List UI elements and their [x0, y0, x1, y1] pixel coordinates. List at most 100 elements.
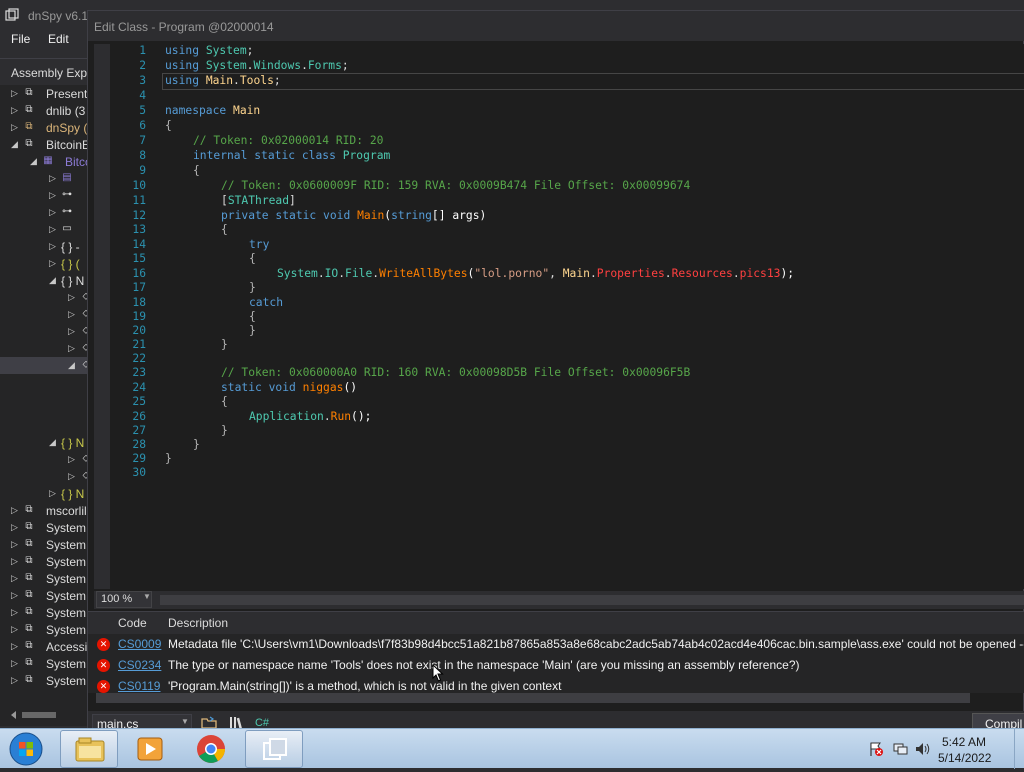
collapsed-arrow-icon[interactable]: ▷ — [11, 87, 21, 99]
editor-horizontal-scrollbar[interactable] — [160, 595, 1024, 605]
tree-item[interactable]: ▷ ⬦ — [0, 451, 90, 468]
tree-item[interactable]: ◢ ⬦ — [0, 357, 90, 374]
action-center-flag-icon[interactable] — [868, 741, 884, 757]
collapsed-arrow-icon[interactable]: ▷ — [11, 104, 21, 116]
code-line[interactable]: 1 using System; — [110, 44, 1024, 59]
tree-item[interactable]: ▷ ⧉ System. — [0, 570, 90, 587]
expanded-arrow-icon[interactable]: ◢ — [30, 155, 40, 167]
tree-item[interactable]: ▷ ⬦ — [0, 289, 90, 306]
tree-item[interactable]: ▷{ } N — [0, 485, 90, 502]
code-line[interactable]: 23 // Token: 0x060000A0 RID: 160 RVA: 0x0… — [110, 366, 1024, 381]
collapsed-arrow-icon[interactable]: ▷ — [49, 240, 59, 252]
code-line[interactable]: 5 namespace Main — [110, 104, 1024, 119]
code-line[interactable]: 9{ — [110, 164, 1024, 179]
tree-item[interactable]: ◢{ } N — [0, 434, 90, 451]
code-line[interactable]: 12 private static void Main(string[] args… — [110, 209, 1024, 224]
collapsed-arrow-icon[interactable]: ▷ — [11, 121, 21, 133]
error-list-horizontal-scrollbar[interactable] — [96, 693, 970, 703]
tree-item[interactable]: ▷{ } - — [0, 238, 90, 255]
error-code-link[interactable]: CS0119 — [118, 679, 160, 693]
code-line[interactable]: 18 catch — [110, 296, 1024, 311]
collapsed-arrow-icon[interactable]: ▷ — [68, 291, 78, 303]
code-line[interactable]: 27} — [110, 424, 1024, 439]
collapsed-arrow-icon[interactable]: ▷ — [11, 623, 21, 635]
expanded-arrow-icon[interactable]: ◢ — [49, 436, 59, 448]
collapsed-arrow-icon[interactable]: ▷ — [68, 342, 78, 354]
tree-item[interactable]: ▷ ⧉ System. — [0, 672, 90, 689]
collapsed-arrow-icon[interactable]: ▷ — [49, 487, 59, 499]
taskbar-chrome[interactable] — [182, 730, 240, 768]
tree-item[interactable]: ▷ ⧉ System. — [0, 587, 90, 604]
error-row[interactable]: ✕ CS0119 'Program.Main(string[])' is a m… — [88, 676, 1024, 694]
error-row[interactable]: ✕ CS0009 Metadata file 'C:\Users\vm1\Dow… — [88, 634, 1024, 655]
column-header-description[interactable]: Description — [168, 616, 228, 630]
code-line[interactable]: 7 // Token: 0x02000014 RID: 20 — [110, 134, 1024, 149]
collapsed-arrow-icon[interactable]: ▷ — [11, 674, 21, 686]
code-line[interactable]: 17} — [110, 281, 1024, 296]
edit-class-title-bar[interactable]: Edit Class - Program @02000014 — [88, 11, 1024, 41]
show-desktop-button[interactable] — [1014, 729, 1024, 769]
collapsed-arrow-icon[interactable]: ▷ — [49, 189, 59, 201]
collapsed-arrow-icon[interactable]: ▷ — [68, 470, 78, 482]
code-line[interactable]: 13 { — [110, 223, 1024, 238]
tree-item[interactable]: ▷ ▭ — [0, 221, 90, 238]
tree-item[interactable]: ▷ ⬦ — [0, 323, 90, 340]
tree-item[interactable]: ◢ ⧉ BitcoinE — [0, 136, 90, 153]
tree-item[interactable]: ▷ ⬦ — [0, 468, 90, 485]
error-row[interactable]: ✕ CS0234 The type or namespace name 'Too… — [88, 655, 1024, 676]
tree-item[interactable]: ▷ ⧉ System. — [0, 553, 90, 570]
tree-item[interactable]: ▷{ } ( — [0, 255, 90, 272]
error-code-link[interactable]: CS0234 — [118, 658, 161, 672]
code-line[interactable]: 15 { — [110, 252, 1024, 267]
collapsed-arrow-icon[interactable]: ▷ — [11, 504, 21, 516]
tree-item[interactable]: ▷ ⧉ Accessil — [0, 638, 90, 655]
code-line[interactable]: 20} — [110, 324, 1024, 339]
code-line[interactable]: 24 static void niggas() — [110, 381, 1024, 396]
code-line[interactable]: 22 — [110, 352, 1024, 367]
code-line[interactable]: 2 using System.Windows.Forms; — [110, 59, 1024, 74]
collapsed-arrow-icon[interactable]: ▷ — [49, 206, 59, 218]
menu-edit[interactable]: Edit — [48, 32, 69, 46]
collapsed-arrow-icon[interactable]: ▷ — [49, 257, 59, 269]
collapsed-arrow-icon[interactable]: ▷ — [11, 572, 21, 584]
tree-item[interactable]: ▷ ⧉ System — [0, 536, 90, 553]
network-icon[interactable] — [892, 741, 908, 757]
code-line[interactable]: 8 internal static class Program — [110, 149, 1024, 164]
collapsed-arrow-icon[interactable]: ▷ — [49, 172, 59, 184]
code-line[interactable]: 26 Application.Run(); — [110, 410, 1024, 425]
code-editor[interactable]: 1 using System; 2 using System.Windows.Form… — [110, 44, 1024, 589]
code-line[interactable]: 19 { — [110, 310, 1024, 325]
code-line[interactable]: 29} — [110, 452, 1024, 467]
tree-item[interactable]: ▷ ▤ — [0, 170, 90, 187]
tree-item[interactable]: ◢ ▦ Bitco — [0, 153, 90, 170]
collapsed-arrow-icon[interactable]: ▷ — [68, 325, 78, 337]
code-line[interactable]: 3 using Main.Tools; — [139, 73, 1024, 90]
collapsed-arrow-icon[interactable]: ▷ — [49, 223, 59, 235]
tree-item[interactable]: ▷ ⧉ System. — [0, 604, 90, 621]
expanded-arrow-icon[interactable]: ◢ — [68, 359, 78, 371]
expanded-arrow-icon[interactable]: ◢ — [11, 138, 21, 150]
collapsed-arrow-icon[interactable]: ▷ — [11, 555, 21, 567]
collapsed-arrow-icon[interactable]: ▷ — [68, 308, 78, 320]
code-line[interactable]: 4 — [110, 89, 1024, 104]
tree-item[interactable]: ▷ ⬦ — [0, 340, 90, 357]
tree-item[interactable]: ▷ ⧉ System. — [0, 621, 90, 638]
code-line[interactable]: 14 try — [110, 238, 1024, 253]
collapsed-arrow-icon[interactable]: ▷ — [11, 521, 21, 533]
tree-item[interactable]: ▷ ⬦ — [0, 306, 90, 323]
collapsed-arrow-icon[interactable]: ▷ — [68, 453, 78, 465]
tree-item[interactable]: ▷ ⧉ dnlib (3 — [0, 102, 90, 119]
taskbar-dnspy[interactable] — [245, 730, 303, 768]
volume-icon[interactable] — [914, 741, 930, 757]
tree-item[interactable]: ▷ ⧉ dnSpy ( — [0, 119, 90, 136]
collapsed-arrow-icon[interactable]: ▷ — [11, 657, 21, 669]
zoom-dropdown[interactable]: 100 % ▼ — [96, 591, 152, 608]
collapsed-arrow-icon[interactable]: ▷ — [11, 589, 21, 601]
clock-date[interactable]: 5/14/2022 — [938, 751, 991, 765]
code-line[interactable]: 11 [STAThread] — [110, 194, 1024, 209]
tree-item[interactable]: ▷ ⧉ System. — [0, 519, 90, 536]
tree-item[interactable]: ◢{ } N — [0, 272, 90, 289]
collapsed-arrow-icon[interactable]: ▷ — [11, 538, 21, 550]
clock-time[interactable]: 5:42 AM — [942, 735, 986, 749]
assembly-explorer-horizontal-scrollbar[interactable] — [8, 709, 84, 721]
